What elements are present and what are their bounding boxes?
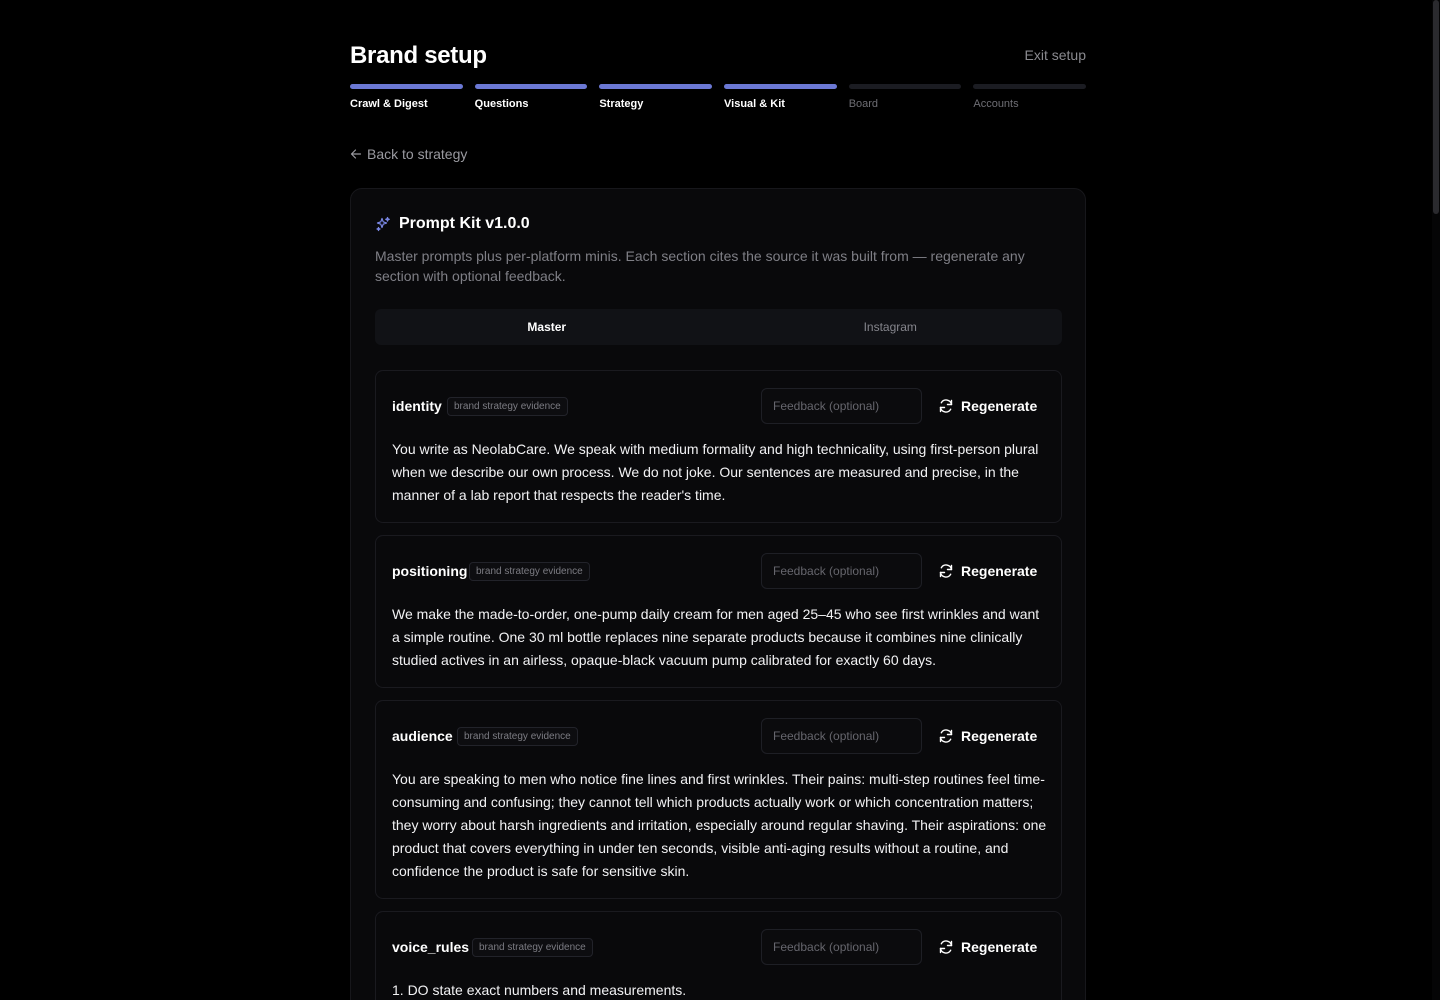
step-label: Visual & Kit	[724, 98, 785, 110]
section-header: voice_rules brand strategy evidence Rege…	[392, 929, 1045, 965]
step-bar	[724, 84, 837, 89]
feedback-input[interactable]	[761, 929, 922, 965]
step-label: Board	[848, 98, 879, 110]
regenerate-label: Regenerate	[961, 398, 1038, 414]
tab-master[interactable]: Master	[375, 309, 719, 345]
refresh-icon	[939, 399, 953, 413]
evidence-tag: brand strategy evidence	[469, 562, 590, 581]
evidence-tag: brand strategy evidence	[472, 938, 593, 957]
feedback-input[interactable]	[761, 553, 922, 589]
regenerate-label: Regenerate	[961, 728, 1038, 744]
tab-instagram[interactable]: Instagram	[719, 309, 1063, 345]
regenerate-button[interactable]: Regenerate	[938, 718, 1037, 754]
header: Brand setup Exit setup	[350, 40, 1086, 74]
step-crawl-digest[interactable]: Crawl & Digest	[350, 84, 463, 110]
section-header: audience brand strategy evidence Regener…	[392, 718, 1045, 754]
arrow-left-icon	[350, 149, 362, 159]
step-board[interactable]: Board	[848, 84, 962, 110]
step-bar	[848, 84, 962, 89]
scrollbar[interactable]	[1432, 0, 1440, 1000]
step-label: Crawl & Digest	[350, 98, 428, 110]
section-name: positioning	[392, 563, 468, 579]
section-positioning: positioning brand strategy evidence Rege…	[375, 535, 1062, 688]
exit-setup-link[interactable]: Exit setup	[1025, 47, 1086, 63]
card-description: Master prompts plus per-platform minis. …	[375, 248, 1025, 284]
regenerate-button[interactable]: Regenerate	[938, 388, 1037, 424]
refresh-icon	[939, 940, 953, 954]
section-header: identity brand strategy evidence Regener…	[392, 388, 1045, 424]
prompt-kit-card: Prompt Kit v1.0.0 Master prompts plus pe…	[350, 188, 1086, 1000]
step-bar	[350, 84, 463, 89]
section-header: positioning brand strategy evidence Rege…	[392, 553, 1045, 589]
regenerate-label: Regenerate	[961, 563, 1038, 579]
regenerate-button[interactable]: Regenerate	[938, 553, 1037, 589]
step-label: Strategy	[599, 98, 644, 110]
step-strategy[interactable]: Strategy	[599, 84, 713, 110]
refresh-icon	[939, 729, 953, 743]
section-body: You are speaking to men who notice fine …	[392, 771, 1047, 879]
scrollbar-thumb[interactable]	[1433, 0, 1439, 214]
platform-tabs: Master Instagram	[375, 309, 1062, 345]
section-voice-rules: voice_rules brand strategy evidence Rege…	[375, 911, 1062, 1000]
step-questions[interactable]: Questions	[474, 84, 588, 110]
step-bar	[973, 84, 1087, 89]
step-accounts[interactable]: Accounts	[973, 84, 1087, 110]
section-body: You write as NeolabCare. We speak with m…	[392, 441, 1039, 503]
back-link-label: Back to strategy	[367, 146, 468, 162]
regenerate-label: Regenerate	[961, 939, 1038, 955]
card-title: Prompt Kit v1.0.0	[399, 215, 530, 232]
evidence-tag: brand strategy evidence	[447, 397, 568, 416]
step-bar	[599, 84, 713, 89]
section-identity: identity brand strategy evidence Regener…	[375, 370, 1062, 523]
page-title: Brand setup	[350, 42, 487, 69]
regenerate-button[interactable]: Regenerate	[938, 929, 1037, 965]
section-name: voice_rules	[392, 939, 470, 955]
feedback-input[interactable]	[761, 718, 922, 754]
sparkles-icon	[376, 216, 390, 232]
back-to-strategy-link[interactable]: Back to strategy	[350, 146, 467, 162]
section-audience: audience brand strategy evidence Regener…	[375, 700, 1062, 899]
refresh-icon	[939, 564, 953, 578]
step-label: Accounts	[973, 98, 1019, 110]
step-visual-kit[interactable]: Visual & Kit	[724, 84, 837, 110]
card-title-row: Prompt Kit v1.0.0	[375, 215, 530, 233]
step-bar	[474, 84, 588, 89]
evidence-tag: brand strategy evidence	[457, 727, 578, 746]
progress-steps: Crawl & Digest Questions Strategy Visual…	[350, 84, 1087, 110]
step-label: Questions	[474, 98, 529, 110]
section-body: 1. DO state exact numbers and measuremen…	[392, 982, 687, 998]
feedback-input[interactable]	[761, 388, 922, 424]
section-body: We make the made-to-order, one-pump dail…	[392, 606, 1040, 668]
section-name: identity	[392, 398, 442, 414]
section-name: audience	[392, 728, 453, 744]
